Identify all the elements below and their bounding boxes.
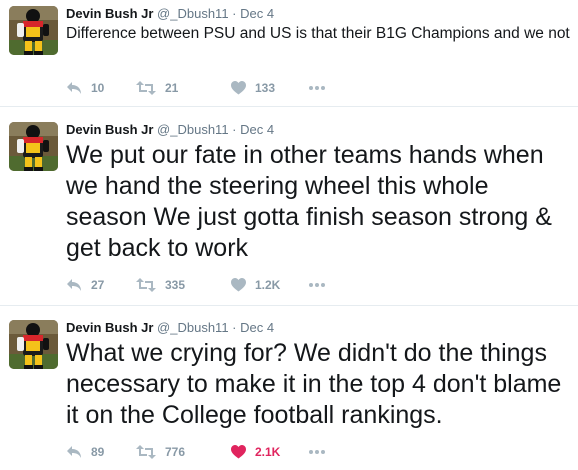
reply-icon xyxy=(66,278,82,292)
user-handle[interactable]: @_Dbush11 xyxy=(157,6,229,21)
like-button[interactable]: 2.1K xyxy=(231,443,280,461)
retweet-count: 21 xyxy=(165,81,179,95)
retweet-button[interactable]: 776 xyxy=(136,443,185,461)
more-button[interactable] xyxy=(308,443,326,461)
tweet-text: We put our fate in other teams hands whe… xyxy=(66,141,552,262)
retweet-button[interactable]: 21 xyxy=(136,79,178,97)
heart-icon xyxy=(231,278,246,292)
user-handle[interactable]: @_Dbush11 xyxy=(157,122,229,137)
like-count: 1.2K xyxy=(255,278,281,292)
tweet-text: Difference between PSU and US is that th… xyxy=(66,25,570,42)
avatar[interactable] xyxy=(9,122,58,171)
reply-count: 89 xyxy=(91,445,105,459)
heart-icon xyxy=(231,445,246,459)
more-icon xyxy=(308,282,326,288)
reply-button[interactable]: 10 xyxy=(66,79,104,97)
user-handle[interactable]: @_Dbush11 xyxy=(157,320,229,335)
tweet-header: Devin Bush Jr @_Dbush11 · Dec 4 xyxy=(66,319,274,337)
like-button[interactable]: 1.2K xyxy=(231,276,280,294)
reply-icon xyxy=(66,445,82,459)
retweet-count: 776 xyxy=(165,445,186,459)
tweet-header: Devin Bush Jr @_Dbush11 · Dec 4 xyxy=(66,5,274,23)
user-name[interactable]: Devin Bush Jr xyxy=(66,320,153,335)
retweet-count: 335 xyxy=(165,278,186,292)
retweet-icon xyxy=(136,445,156,459)
reply-icon xyxy=(66,81,82,95)
user-name[interactable]: Devin Bush Jr xyxy=(66,122,153,137)
avatar[interactable] xyxy=(9,6,58,55)
tweet-date[interactable]: Dec 4 xyxy=(240,6,274,21)
tweet-header: Devin Bush Jr @_Dbush11 · Dec 4 xyxy=(66,121,274,139)
more-button[interactable] xyxy=(308,276,326,294)
more-icon xyxy=(308,449,326,455)
reply-button[interactable]: 89 xyxy=(66,443,104,461)
avatar[interactable] xyxy=(9,320,58,369)
user-name[interactable]: Devin Bush Jr xyxy=(66,6,153,21)
retweet-icon xyxy=(136,278,156,292)
more-button[interactable] xyxy=(308,79,326,97)
reply-count: 27 xyxy=(91,278,105,292)
heart-icon xyxy=(231,81,246,95)
retweet-icon xyxy=(136,81,156,95)
retweet-button[interactable]: 335 xyxy=(136,276,185,294)
like-count: 2.1K xyxy=(255,445,281,459)
separator: · xyxy=(232,122,237,137)
tweet-3[interactable]: Devin Bush Jr @_Dbush11 · Dec 4 What we … xyxy=(0,314,578,470)
like-button[interactable]: 133 xyxy=(231,79,275,97)
tweet-text: What we crying for? We didn't do the thi… xyxy=(66,339,562,429)
separator: · xyxy=(232,320,237,335)
tweet-1[interactable]: Devin Bush Jr @_Dbush11 · Dec 4 Differen… xyxy=(0,0,578,107)
like-count: 133 xyxy=(255,81,276,95)
tweet-2[interactable]: Devin Bush Jr @_Dbush11 · Dec 4 We put o… xyxy=(0,116,578,306)
reply-count: 10 xyxy=(91,81,105,95)
separator: · xyxy=(232,6,237,21)
tweet-date[interactable]: Dec 4 xyxy=(240,320,274,335)
tweet-date[interactable]: Dec 4 xyxy=(240,122,274,137)
more-icon xyxy=(308,85,326,91)
reply-button[interactable]: 27 xyxy=(66,276,104,294)
